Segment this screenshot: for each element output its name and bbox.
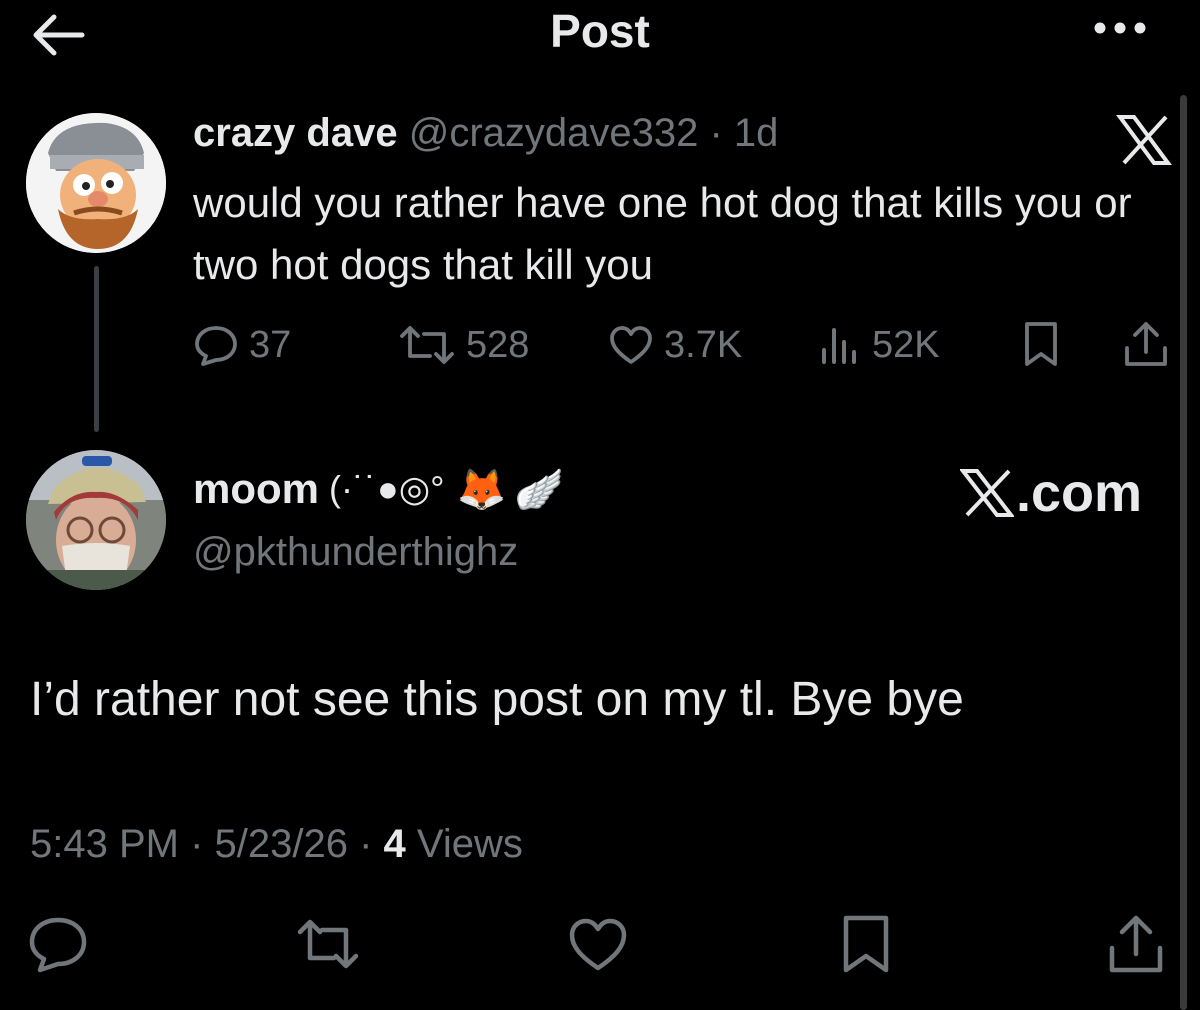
reply-date: 5/23/26 xyxy=(214,822,348,866)
reply-button[interactable]: 37 xyxy=(193,318,291,372)
page-title: Post xyxy=(550,5,650,57)
like-count: 3.7K xyxy=(664,323,743,366)
repost-icon[interactable] xyxy=(296,912,360,976)
reply-views-count[interactable]: 4 xyxy=(384,822,406,866)
like-button[interactable]: 3.7K xyxy=(608,318,742,372)
reply-author-name[interactable]: moom (·˙˙●◎° 🦊 🪽 xyxy=(193,465,564,513)
scrollbar[interactable] xyxy=(1180,95,1187,1010)
fox-emoji: 🦊 xyxy=(456,467,507,512)
reply-icon[interactable] xyxy=(26,912,90,976)
heart-icon[interactable] xyxy=(566,912,630,976)
x-com-watermark: .com xyxy=(960,462,1142,524)
x-logo-icon xyxy=(960,469,1014,517)
author-name[interactable]: crazy dave xyxy=(193,111,398,155)
meta-separator: · xyxy=(698,111,734,155)
view-count: 52K xyxy=(872,323,940,366)
analytics-icon xyxy=(822,328,856,364)
reply-count: 37 xyxy=(249,323,292,366)
bookmark-icon[interactable] xyxy=(834,912,898,976)
reply-actions-bar xyxy=(0,912,1200,976)
repost-icon xyxy=(400,326,454,364)
reply-time: 5:43 PM xyxy=(30,822,179,866)
parent-post-actions: 37 528 3.7K 52K xyxy=(193,318,1173,372)
name-kaomoji: (·˙˙●◎° xyxy=(329,468,445,509)
meta-separator: · xyxy=(347,822,384,866)
reply-text: I’d rather not see this post on my tl. B… xyxy=(30,673,964,726)
author-handle[interactable]: @crazydave332 xyxy=(409,111,699,155)
watermark-text: .com xyxy=(1016,463,1143,523)
avatar-crazy-dave[interactable] xyxy=(26,113,166,253)
more-options-icon[interactable] xyxy=(1092,16,1148,40)
bookmark-icon[interactable] xyxy=(1021,318,1061,372)
repost-button[interactable]: 528 xyxy=(398,318,529,372)
reply-views-label[interactable]: Views xyxy=(417,822,523,866)
post-time: 1d xyxy=(733,111,779,155)
wing-emoji: 🪽 xyxy=(514,467,565,512)
thread-connector-line xyxy=(94,266,99,432)
reply-meta: 5:43 PM · 5/23/26 · 4 Views xyxy=(30,822,523,867)
parent-post-header: crazy dave @crazydave332 · 1d xyxy=(193,111,778,156)
x-logo-icon xyxy=(1116,115,1172,165)
parent-post-text: would you rather have one hot dog that k… xyxy=(193,179,1132,288)
reply-icon xyxy=(195,326,237,366)
meta-separator: · xyxy=(178,822,215,866)
reply-author-name-text: moom xyxy=(193,465,319,512)
avatar-moom[interactable] xyxy=(26,450,166,590)
share-icon[interactable] xyxy=(1121,318,1171,372)
reply-author-handle[interactable]: @pkthunderthighz xyxy=(193,530,518,575)
repost-count: 528 xyxy=(466,323,530,366)
heart-icon xyxy=(610,326,652,364)
share-icon[interactable] xyxy=(1104,912,1168,976)
views-button[interactable]: 52K xyxy=(818,318,940,372)
